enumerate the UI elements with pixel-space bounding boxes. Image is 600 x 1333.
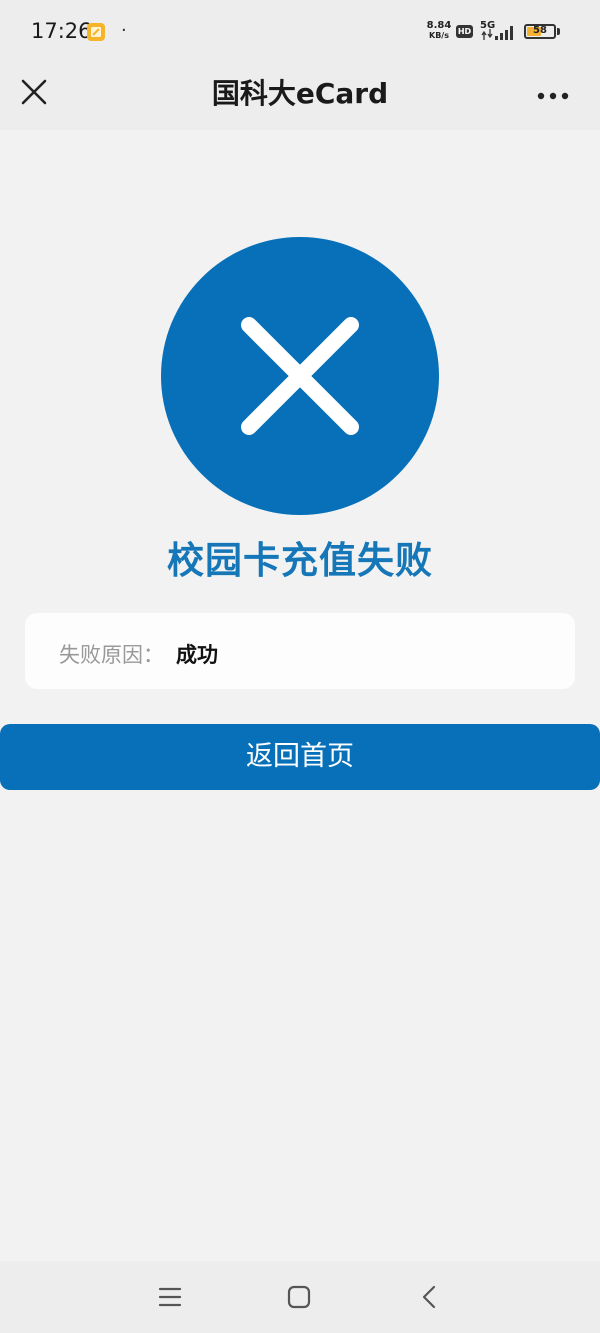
recent-apps-button[interactable] [150, 1279, 190, 1319]
battery-tip [557, 28, 560, 35]
status-dot: · [121, 20, 127, 41]
network-speed-value: 8.84 [426, 20, 452, 31]
reason-value: 成功 [176, 643, 218, 667]
network-speed-unit: KB/s [429, 31, 449, 40]
more-button[interactable] [530, 70, 576, 114]
screen: 17:26 · 8.84 KB/s HD 5G 58 国科大eCard 校园卡充… [0, 0, 600, 1333]
system-nav-bar [0, 1261, 600, 1333]
network-speed: 8.84 KB/s [424, 21, 454, 41]
menu-icon [158, 1287, 182, 1307]
battery-level: 58 [533, 25, 547, 36]
app-notification-icon [87, 23, 105, 41]
home-nav-button[interactable] [280, 1279, 320, 1319]
battery-icon: 58 [524, 24, 556, 39]
hd-badge: HD [456, 25, 473, 38]
return-home-button[interactable]: 返回首页 [0, 724, 600, 790]
more-icon [537, 92, 569, 100]
back-icon [422, 1285, 436, 1309]
nav-bar: 国科大eCard [0, 62, 600, 130]
failure-cross-icon [241, 317, 359, 435]
reason-label: 失败原因： [59, 643, 164, 667]
back-nav-button[interactable] [410, 1279, 450, 1319]
failure-status-circle [161, 237, 439, 515]
close-icon [21, 79, 47, 105]
result-title: 校园卡充值失败 [167, 539, 433, 582]
status-bar: 17:26 · 8.84 KB/s HD 5G 58 [0, 0, 600, 62]
reason-card: 失败原因： 成功 [25, 613, 575, 689]
close-button[interactable] [12, 70, 56, 114]
status-time: 17:26 [31, 19, 92, 43]
home-icon [287, 1285, 311, 1309]
signal-icon [481, 26, 513, 40]
page-title: 国科大eCard [211, 77, 389, 110]
